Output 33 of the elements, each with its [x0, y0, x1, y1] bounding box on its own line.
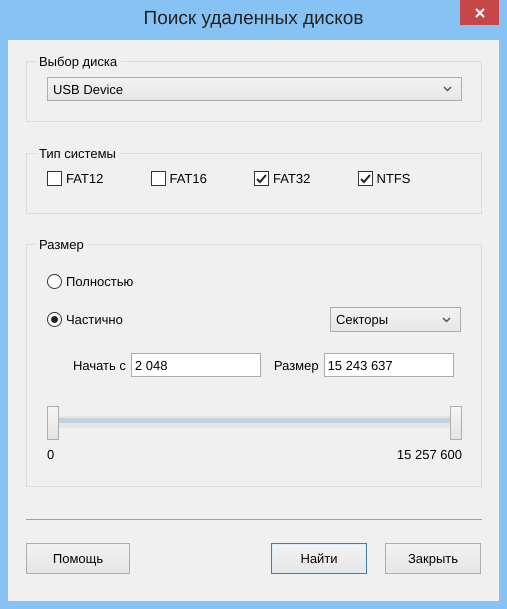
unit-dropdown[interactable]: Секторы: [330, 307, 461, 332]
close-button[interactable]: [460, 0, 499, 25]
radio-label: Частично: [66, 312, 123, 327]
checkbox-label: FAT12: [66, 171, 104, 186]
slider-handle[interactable]: [450, 406, 462, 440]
checkbox-label: NTFS: [376, 171, 410, 186]
dialog-button[interactable]: Найти: [271, 543, 367, 574]
checkbox[interactable]: [47, 171, 62, 186]
checkbox-label: FAT16: [170, 171, 207, 186]
radio-button[interactable]: [47, 312, 62, 327]
dialog-button[interactable]: Помощь: [26, 543, 130, 574]
group-label: Тип системы: [38, 146, 117, 161]
size-field[interactable]: 15 243 637: [324, 353, 454, 377]
max-value: 15 257 600: [396, 447, 462, 462]
checkbox[interactable]: [358, 171, 372, 186]
group-label: Выбор диска: [38, 54, 118, 69]
window-title: Поиск удаленных дисков: [144, 8, 364, 30]
dialog-button[interactable]: Закрыть: [385, 543, 481, 574]
chevron-icon: [443, 86, 452, 92]
radio-label: Полностью: [66, 274, 134, 289]
checkbox-label: FAT32: [273, 171, 310, 186]
slider-handle[interactable]: [47, 406, 59, 440]
chevron-icon: [442, 316, 451, 322]
radio-button[interactable]: [47, 274, 62, 289]
checkbox[interactable]: [254, 171, 269, 186]
checkbox[interactable]: [150, 171, 166, 186]
disk-dropdown[interactable]: USB Device: [47, 77, 462, 101]
field-label: Размер: [274, 358, 319, 372]
field-label: Начать с: [73, 358, 126, 372]
close-icon: [474, 8, 484, 18]
min-value: 0: [47, 447, 54, 462]
group-label: Размер: [38, 237, 85, 252]
start-field[interactable]: 2 048: [130, 353, 261, 377]
